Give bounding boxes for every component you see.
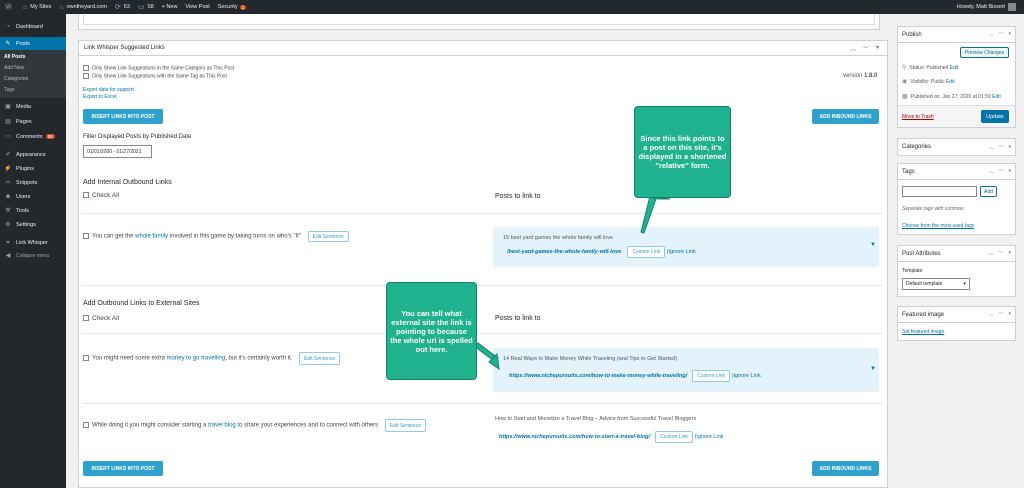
toggle-panel-icon[interactable]: ▾ — [1008, 31, 1011, 38]
chevron-down-icon: ▾ — [963, 281, 966, 287]
tag-input[interactable] — [902, 186, 977, 197]
pin-icon: ⚲ — [902, 65, 907, 71]
categories-header[interactable]: Categories ︿ ﹀ ▾ — [898, 139, 1015, 155]
status-row: ⚲ Status: Published Edit — [902, 64, 959, 72]
featured-image-box: Featured image ︿ ﹀ ▾ Set featured image — [897, 306, 1016, 341]
callout-external-link: You can tell what external site the link… — [386, 282, 477, 380]
edit-status-link[interactable]: Edit — [950, 65, 959, 71]
featured-image-header: Featured image ︿ ﹀ ▾ — [898, 307, 1015, 323]
template-select[interactable]: Default template ▾ — [902, 278, 970, 290]
choose-tags-link[interactable]: Choose from the most used tags — [902, 223, 974, 229]
set-featured-image-link[interactable]: Set featured image — [902, 329, 944, 335]
move-up-icon[interactable]: ︿ — [988, 144, 993, 151]
move-down-icon[interactable]: ﹀ — [998, 144, 1003, 151]
edit-date-link[interactable]: Edit — [992, 94, 1001, 100]
move-up-icon[interactable]: ︿ — [988, 311, 993, 318]
arrow-relative — [640, 195, 657, 234]
update-button[interactable]: Update — [981, 110, 1009, 123]
move-down-icon[interactable]: ﹀ — [998, 311, 1003, 318]
calendar-icon: ▦ — [902, 94, 908, 100]
toggle-panel-icon[interactable]: ▾ — [1008, 144, 1011, 151]
callout-arrows — [473, 195, 671, 371]
template-label: Template — [902, 268, 923, 274]
callout-relative-link: Since this link points to a post on this… — [634, 106, 731, 198]
move-down-icon[interactable]: ﹀ — [998, 31, 1003, 38]
add-tag-button[interactable]: Add — [980, 186, 997, 197]
publish-box: Publish ︿ ﹀ ▾ Preview Changes ⚲ Status: Publ… — [897, 26, 1016, 128]
post-attributes-header: Post Attributes ︿ ﹀ ▾ — [898, 246, 1015, 262]
edit-visibility-link[interactable]: Edit — [946, 79, 955, 85]
tags-hint: Separate tags with commas — [902, 206, 964, 212]
post-attributes-box: Post Attributes ︿ ﹀ ▾ Template Default temp… — [897, 245, 1016, 297]
move-up-icon[interactable]: ︿ — [988, 31, 993, 38]
tags-header: Tags ︿ ﹀ ▾ — [898, 164, 1015, 180]
preview-changes-button[interactable]: Preview Changes — [960, 47, 1009, 58]
toggle-panel-icon[interactable]: ▾ — [1008, 311, 1011, 318]
toggle-panel-icon[interactable]: ▾ — [1008, 250, 1011, 257]
eye-icon: ◉ — [902, 79, 908, 85]
categories-box: Categories ︿ ﹀ ▾ — [897, 138, 1016, 156]
tags-box: Tags ︿ ﹀ ▾ Add Separate tags with commas Ch… — [897, 163, 1016, 235]
publish-header: Publish ︿ ﹀ ▾ — [898, 27, 1015, 43]
move-to-trash-link[interactable]: Move to Trash — [902, 114, 934, 120]
move-up-icon[interactable]: ︿ — [988, 250, 993, 257]
move-down-icon[interactable]: ﹀ — [998, 168, 1003, 175]
move-down-icon[interactable]: ﹀ — [998, 250, 1003, 257]
published-on-row: ▦ Published on: Jan 27, 2020 at 01:59 Edi… — [902, 93, 1001, 101]
visibility-row: ◉ Visibility: Public Edit — [902, 78, 955, 86]
toggle-panel-icon[interactable]: ▾ — [1008, 168, 1011, 175]
move-up-icon[interactable]: ︿ — [988, 168, 993, 175]
